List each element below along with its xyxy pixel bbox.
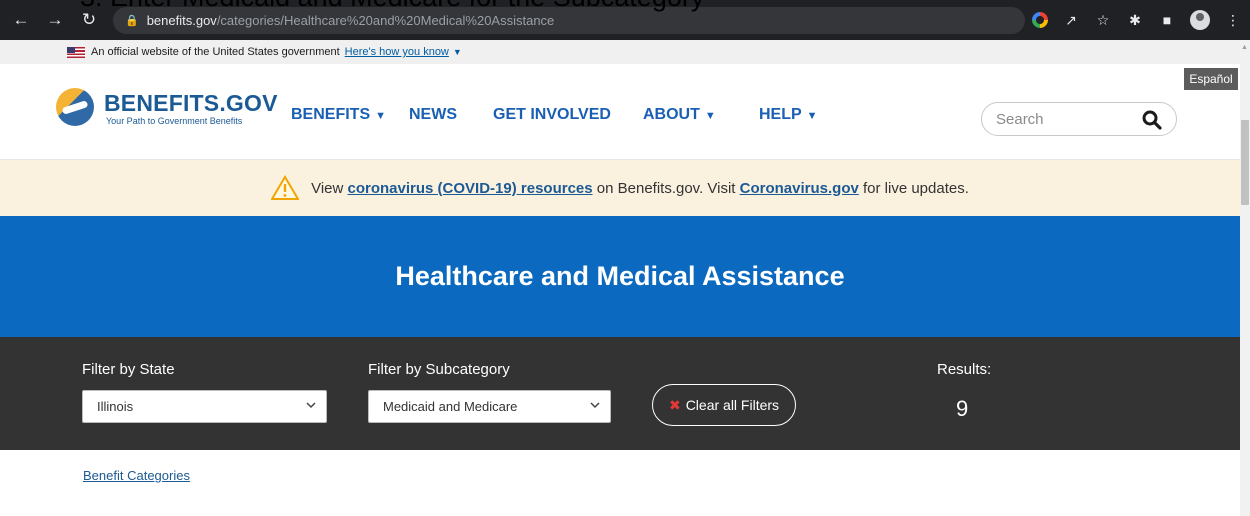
category-hero: Healthcare and Medical Assistance: [0, 216, 1240, 337]
share-icon[interactable]: ↗: [1062, 12, 1080, 29]
chevron-down-icon: [306, 402, 316, 409]
url-host: benefits.gov: [146, 13, 217, 28]
nav-help[interactable]: HELP ▼: [759, 106, 839, 124]
scrollbar-thumb[interactable]: [1241, 120, 1249, 205]
extensions-puzzle-icon[interactable]: ✱: [1126, 12, 1144, 29]
scroll-up-arrow-icon[interactable]: ▲: [1241, 44, 1248, 51]
subcategory-select[interactable]: Medicaid and Medicare: [368, 390, 611, 423]
nav-get-involved[interactable]: GET INVOLVED: [493, 106, 643, 124]
us-flag-icon: [67, 46, 85, 58]
benefits-logo-icon[interactable]: [56, 88, 94, 126]
chevron-down-icon: [590, 402, 600, 409]
subcategory-select-value: Medicaid and Medicare: [383, 399, 518, 414]
nav-about[interactable]: ABOUT ▼: [643, 106, 759, 124]
results-label: Results:: [937, 361, 992, 378]
chevron-down-icon[interactable]: ▼: [453, 47, 462, 57]
how-you-know-link[interactable]: Here's how you know: [345, 46, 449, 58]
forward-arrow-icon[interactable]: →: [42, 10, 68, 30]
page-title: Healthcare and Medical Assistance: [395, 261, 845, 291]
covid-alert: View coronavirus (COVID-19) resources on…: [0, 160, 1240, 216]
filter-bar: Filter by State Illinois Filter by Subca…: [0, 337, 1240, 450]
page-scrollbar[interactable]: [1240, 40, 1250, 516]
google-icon[interactable]: [1032, 12, 1048, 28]
search-input[interactable]: [996, 108, 1136, 130]
close-icon: ✖: [668, 396, 681, 413]
language-toggle-button[interactable]: Español: [1184, 68, 1238, 90]
nav-benefits[interactable]: BENEFITS ▼: [291, 106, 409, 124]
back-arrow-icon[interactable]: ←: [8, 10, 34, 30]
kebab-menu-icon[interactable]: ⋮: [1224, 12, 1242, 29]
results-count: 9: [956, 396, 969, 421]
state-select[interactable]: Illinois: [82, 390, 327, 423]
caret-down-icon: ▼: [375, 110, 387, 122]
alert-text-after: for live updates.: [858, 179, 969, 197]
caret-down-icon: ▼: [704, 110, 716, 122]
breadcrumb-benefit-categories[interactable]: Benefit Categories: [83, 468, 190, 483]
search-box: [981, 102, 1177, 136]
side-panel-icon[interactable]: ■: [1158, 12, 1176, 28]
lock-icon: 🔒: [125, 15, 139, 27]
main-nav: BENEFITS ▼ NEWS GET INVOLVED ABOUT ▼ HELP ▼: [291, 106, 839, 124]
reload-icon[interactable]: ↻: [76, 10, 102, 30]
instruction-caption: 3. Enter Medicaid and Medicare for the S…: [80, 0, 704, 11]
site-header: BENEFITS.GOV Your Path to Government Ben…: [0, 64, 1240, 160]
alert-text-before: View: [311, 179, 344, 197]
gov-banner: An official website of the United States…: [0, 40, 1240, 64]
covid-resources-link[interactable]: coronavirus (COVID-19) resources: [348, 180, 593, 197]
logo-text[interactable]: BENEFITS.GOV: [104, 90, 278, 117]
state-filter-label: Filter by State: [82, 361, 175, 378]
caret-down-icon: ▼: [806, 110, 818, 122]
url-path: /categories/Healthcare%20and%20Medical%2…: [216, 13, 555, 28]
nav-news[interactable]: NEWS: [409, 106, 493, 124]
warning-icon: [271, 175, 300, 200]
alert-text-middle: on Benefits.gov. Visit: [592, 179, 740, 197]
subcategory-filter-label: Filter by Subcategory: [368, 361, 510, 378]
clear-filters-button[interactable]: ✖ Clear all Filters: [652, 384, 796, 426]
gov-banner-text: An official website of the United States…: [91, 46, 340, 58]
clear-filters-label: Clear all Filters: [685, 397, 780, 413]
profile-avatar[interactable]: [1190, 10, 1210, 30]
coronavirus-gov-link[interactable]: Coronavirus.gov: [740, 180, 859, 197]
bookmark-star-icon[interactable]: ☆: [1094, 12, 1112, 29]
logo-tagline: Your Path to Government Benefits: [106, 116, 243, 126]
state-select-value: Illinois: [97, 399, 134, 414]
search-icon[interactable]: [1142, 110, 1162, 130]
